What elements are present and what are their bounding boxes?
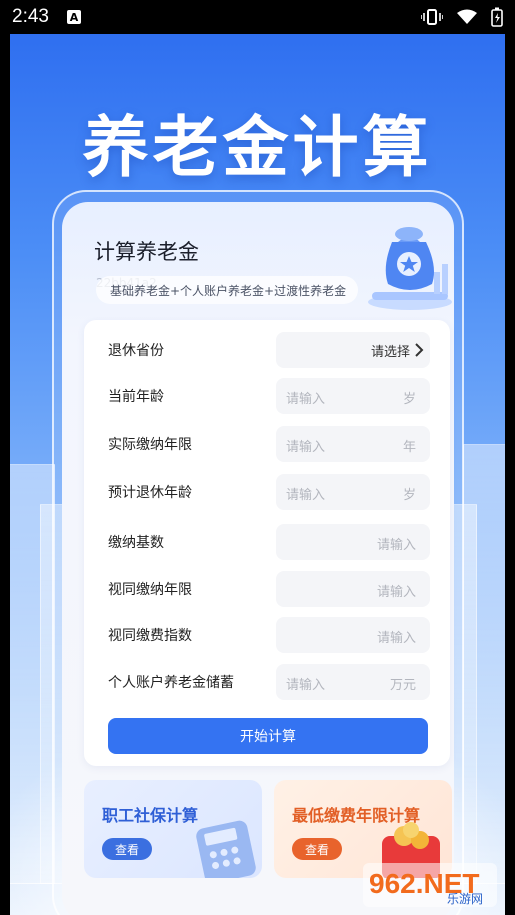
age-placeholder: 请输入 bbox=[286, 392, 326, 407]
deemed-index-label: 视同缴费指数 bbox=[108, 628, 192, 644]
wifi-icon bbox=[457, 9, 477, 24]
base-label: 缴纳基数 bbox=[108, 535, 164, 551]
status-time: 2:43 bbox=[12, 6, 49, 27]
deemed-years-label: 视同缴纳年限 bbox=[108, 582, 192, 598]
retire-age-label: 预计退休年龄 bbox=[108, 485, 192, 501]
age-label: 当前年龄 bbox=[108, 389, 164, 405]
logo-sub: 乐游网 bbox=[447, 892, 483, 906]
province-label: 退休省份 bbox=[108, 343, 164, 359]
deemed-years-input[interactable]: 请输入 bbox=[276, 571, 430, 607]
row-deemed-index: 视同缴费指数 请输入 bbox=[84, 617, 450, 653]
years-unit: 年 bbox=[402, 440, 416, 455]
battery-icon bbox=[491, 7, 503, 27]
panel-title: 计算养老金 bbox=[94, 240, 199, 264]
savings-input[interactable]: 请输入 万元 bbox=[276, 664, 430, 700]
calculator-icon bbox=[196, 820, 256, 878]
view-button[interactable]: 查看 bbox=[292, 838, 342, 860]
retire-age-placeholder: 请输入 bbox=[286, 488, 326, 503]
retire-age-unit: 岁 bbox=[402, 488, 416, 503]
age-unit: 岁 bbox=[402, 392, 416, 407]
row-base: 缴纳基数 请输入 bbox=[84, 524, 450, 560]
status-bar: 2:43 A bbox=[0, 0, 515, 34]
formula-text: 基础养老金+个人账户养老金+过渡性养老金 bbox=[110, 283, 347, 298]
years-label: 实际缴纳年限 bbox=[108, 437, 192, 453]
row-deemed-years: 视同缴纳年限 请输入 bbox=[84, 571, 450, 607]
base-placeholder: 请输入 bbox=[376, 538, 416, 553]
tile-title: 职工社保计算 bbox=[102, 806, 199, 825]
calculator-panel: 计算养老金 22bb41a2 基础养老金+个人账户养老金+过渡性养老金 退休省份… bbox=[62, 202, 454, 915]
province-select[interactable]: 请选择 bbox=[276, 332, 430, 368]
chevron-right-icon bbox=[415, 343, 424, 357]
view-button[interactable]: 查看 bbox=[102, 838, 152, 860]
savings-placeholder: 请输入 bbox=[286, 678, 326, 693]
retire-age-input[interactable]: 请输入 岁 bbox=[276, 474, 430, 510]
years-input[interactable]: 请输入 年 bbox=[276, 426, 430, 462]
savings-label: 个人账户养老金储蓄 bbox=[108, 675, 234, 691]
deemed-index-input[interactable]: 请输入 bbox=[276, 617, 430, 653]
age-input[interactable]: 请输入 岁 bbox=[276, 378, 430, 414]
form-card: 退休省份 请选择 当前年龄 请输入 岁 实际缴纳年限 请输入 年 预计退休年龄 … bbox=[84, 320, 450, 766]
row-age: 当前年龄 请输入 岁 bbox=[84, 378, 450, 414]
start-calculate-button[interactable]: 开始计算 bbox=[108, 718, 428, 754]
row-savings: 个人账户养老金储蓄 请输入 万元 bbox=[84, 664, 450, 700]
formula-badge: 基础养老金+个人账户养老金+过渡性养老金 bbox=[96, 276, 358, 304]
deemed-index-placeholder: 请输入 bbox=[376, 631, 416, 646]
vibrate-icon bbox=[421, 9, 443, 25]
savings-unit: 万元 bbox=[389, 678, 416, 693]
notification-icon: A bbox=[66, 10, 81, 24]
tile-social-security[interactable]: 职工社保计算 查看 bbox=[84, 780, 262, 878]
province-value: 请选择 bbox=[370, 345, 410, 360]
years-placeholder: 请输入 bbox=[286, 440, 326, 455]
money-bag-icon bbox=[368, 227, 452, 310]
base-input[interactable]: 请输入 bbox=[276, 524, 430, 560]
site-logo: 962.NET 乐游网 bbox=[363, 863, 497, 907]
row-retire-age: 预计退休年龄 请输入 岁 bbox=[84, 474, 450, 510]
row-province: 退休省份 请选择 bbox=[84, 332, 450, 368]
app-screen: 养老金计算 计算养老金 22bb41a2 基础养老金+个人账户养老金+过渡性养老… bbox=[10, 34, 505, 915]
hero-title: 养老金计算 bbox=[82, 109, 433, 186]
row-years: 实际缴纳年限 请输入 年 bbox=[84, 426, 450, 462]
deemed-years-placeholder: 请输入 bbox=[376, 585, 416, 600]
